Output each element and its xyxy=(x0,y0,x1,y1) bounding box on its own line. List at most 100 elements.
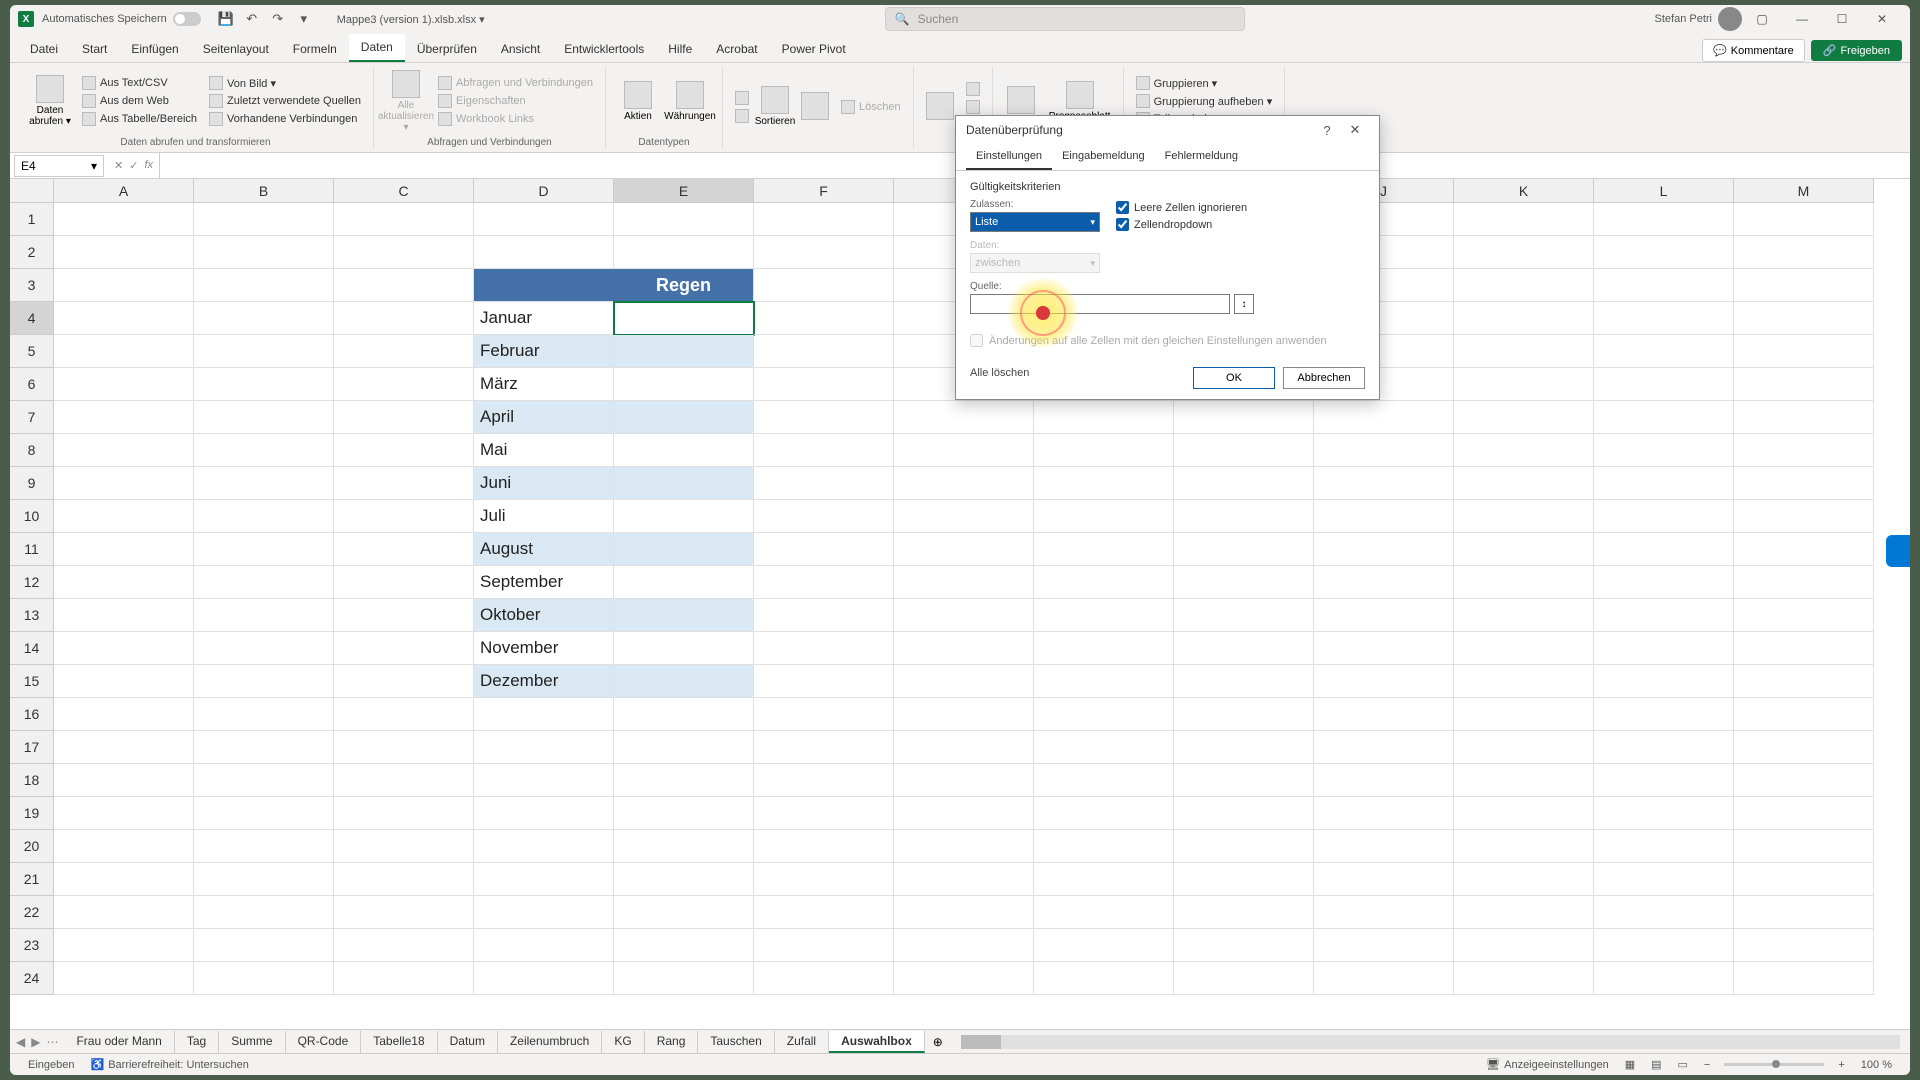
cell-H18[interactable] xyxy=(1034,764,1174,797)
cell-H9[interactable] xyxy=(1034,467,1174,500)
in-cell-dropdown-checkbox[interactable]: Zellendropdown xyxy=(1116,218,1247,231)
cell-G24[interactable] xyxy=(894,962,1034,995)
cell-F11[interactable] xyxy=(754,533,894,566)
cell-A10[interactable] xyxy=(54,500,194,533)
col-header-L[interactable]: L xyxy=(1594,179,1734,203)
cell-H8[interactable] xyxy=(1034,434,1174,467)
col-header-D[interactable]: D xyxy=(474,179,614,203)
cell-I19[interactable] xyxy=(1174,797,1314,830)
cell-F18[interactable] xyxy=(754,764,894,797)
cell-L13[interactable] xyxy=(1594,599,1734,632)
cell-C21[interactable] xyxy=(334,863,474,896)
cell-E2[interactable] xyxy=(614,236,754,269)
cell-J22[interactable] xyxy=(1314,896,1454,929)
cell-K17[interactable] xyxy=(1454,731,1594,764)
cell-J24[interactable] xyxy=(1314,962,1454,995)
cell-M2[interactable] xyxy=(1734,236,1874,269)
cell-K16[interactable] xyxy=(1454,698,1594,731)
cell-B9[interactable] xyxy=(194,467,334,500)
cell-B12[interactable] xyxy=(194,566,334,599)
cell-B11[interactable] xyxy=(194,533,334,566)
dlg-tab-settings[interactable]: Einstellungen xyxy=(966,144,1052,170)
cell-J9[interactable] xyxy=(1314,467,1454,500)
cell-M3[interactable] xyxy=(1734,269,1874,302)
cell-B6[interactable] xyxy=(194,368,334,401)
cell-A3[interactable] xyxy=(54,269,194,302)
row-header-22[interactable]: 22 xyxy=(10,896,54,929)
view-pagebreak-icon[interactable]: ▭ xyxy=(1670,1058,1696,1071)
recent-sources-button[interactable]: Zuletzt verwendete Quellen xyxy=(205,93,365,109)
row-header-11[interactable]: 11 xyxy=(10,533,54,566)
tab-start[interactable]: Start xyxy=(70,36,119,62)
cell-J10[interactable] xyxy=(1314,500,1454,533)
sheet-tab-tabelle18[interactable]: Tabelle18 xyxy=(361,1031,437,1053)
col-header-M[interactable]: M xyxy=(1734,179,1874,203)
cell-M4[interactable] xyxy=(1734,302,1874,335)
undo-icon[interactable]: ↶ xyxy=(242,9,262,29)
cell-L3[interactable] xyxy=(1594,269,1734,302)
cell-F16[interactable] xyxy=(754,698,894,731)
cell-C19[interactable] xyxy=(334,797,474,830)
cell-L11[interactable] xyxy=(1594,533,1734,566)
cell-E15[interactable] xyxy=(614,665,754,698)
cell-A13[interactable] xyxy=(54,599,194,632)
cell-B2[interactable] xyxy=(194,236,334,269)
cell-D10[interactable]: Juli xyxy=(474,500,614,533)
cell-L16[interactable] xyxy=(1594,698,1734,731)
flash-fill-button[interactable] xyxy=(962,81,984,97)
cell-D20[interactable] xyxy=(474,830,614,863)
cell-M12[interactable] xyxy=(1734,566,1874,599)
queries-conn-button[interactable]: Abfragen und Verbindungen xyxy=(434,75,597,91)
cell-E14[interactable] xyxy=(614,632,754,665)
cell-I12[interactable] xyxy=(1174,566,1314,599)
cell-H11[interactable] xyxy=(1034,533,1174,566)
row-header-20[interactable]: 20 xyxy=(10,830,54,863)
qat-more-icon[interactable]: ▾ xyxy=(294,9,314,29)
sheet-tab-zufall[interactable]: Zufall xyxy=(775,1031,829,1053)
cell-I20[interactable] xyxy=(1174,830,1314,863)
cell-L19[interactable] xyxy=(1594,797,1734,830)
cell-D3[interactable] xyxy=(474,269,614,302)
cell-E17[interactable] xyxy=(614,731,754,764)
cell-M18[interactable] xyxy=(1734,764,1874,797)
cell-L14[interactable] xyxy=(1594,632,1734,665)
cell-F22[interactable] xyxy=(754,896,894,929)
cell-B23[interactable] xyxy=(194,929,334,962)
cell-L22[interactable] xyxy=(1594,896,1734,929)
cell-L9[interactable] xyxy=(1594,467,1734,500)
cell-M23[interactable] xyxy=(1734,929,1874,962)
cell-B15[interactable] xyxy=(194,665,334,698)
cell-E13[interactable] xyxy=(614,599,754,632)
cell-K22[interactable] xyxy=(1454,896,1594,929)
cell-C4[interactable] xyxy=(334,302,474,335)
cell-C11[interactable] xyxy=(334,533,474,566)
cell-K13[interactable] xyxy=(1454,599,1594,632)
ribbon-options-icon[interactable]: ▢ xyxy=(1742,5,1782,33)
cell-A8[interactable] xyxy=(54,434,194,467)
cancel-entry-icon[interactable]: ✕ xyxy=(114,159,123,172)
stocks-button[interactable]: Aktien xyxy=(614,69,662,133)
cell-C16[interactable] xyxy=(334,698,474,731)
ok-button[interactable]: OK xyxy=(1193,367,1275,389)
cell-H12[interactable] xyxy=(1034,566,1174,599)
from-range-button[interactable]: Aus Tabelle/Bereich xyxy=(78,111,201,127)
cell-F24[interactable] xyxy=(754,962,894,995)
cell-K24[interactable] xyxy=(1454,962,1594,995)
cell-D14[interactable]: November xyxy=(474,632,614,665)
sheet-tab-zeilenumbruch[interactable]: Zeilenumbruch xyxy=(498,1031,602,1053)
cell-E3[interactable]: Regen xyxy=(614,269,754,302)
dialog-close-icon[interactable]: ✕ xyxy=(1341,118,1369,142)
cell-A24[interactable] xyxy=(54,962,194,995)
tab-daten[interactable]: Daten xyxy=(349,34,405,62)
row-header-1[interactable]: 1 xyxy=(10,203,54,236)
cell-L23[interactable] xyxy=(1594,929,1734,962)
cell-J11[interactable] xyxy=(1314,533,1454,566)
row-header-17[interactable]: 17 xyxy=(10,731,54,764)
cell-F10[interactable] xyxy=(754,500,894,533)
cell-E23[interactable] xyxy=(614,929,754,962)
cell-C12[interactable] xyxy=(334,566,474,599)
dialog-help-icon[interactable]: ? xyxy=(1313,118,1341,142)
cell-G18[interactable] xyxy=(894,764,1034,797)
view-layout-icon[interactable]: ▤ xyxy=(1643,1058,1669,1071)
cell-J15[interactable] xyxy=(1314,665,1454,698)
